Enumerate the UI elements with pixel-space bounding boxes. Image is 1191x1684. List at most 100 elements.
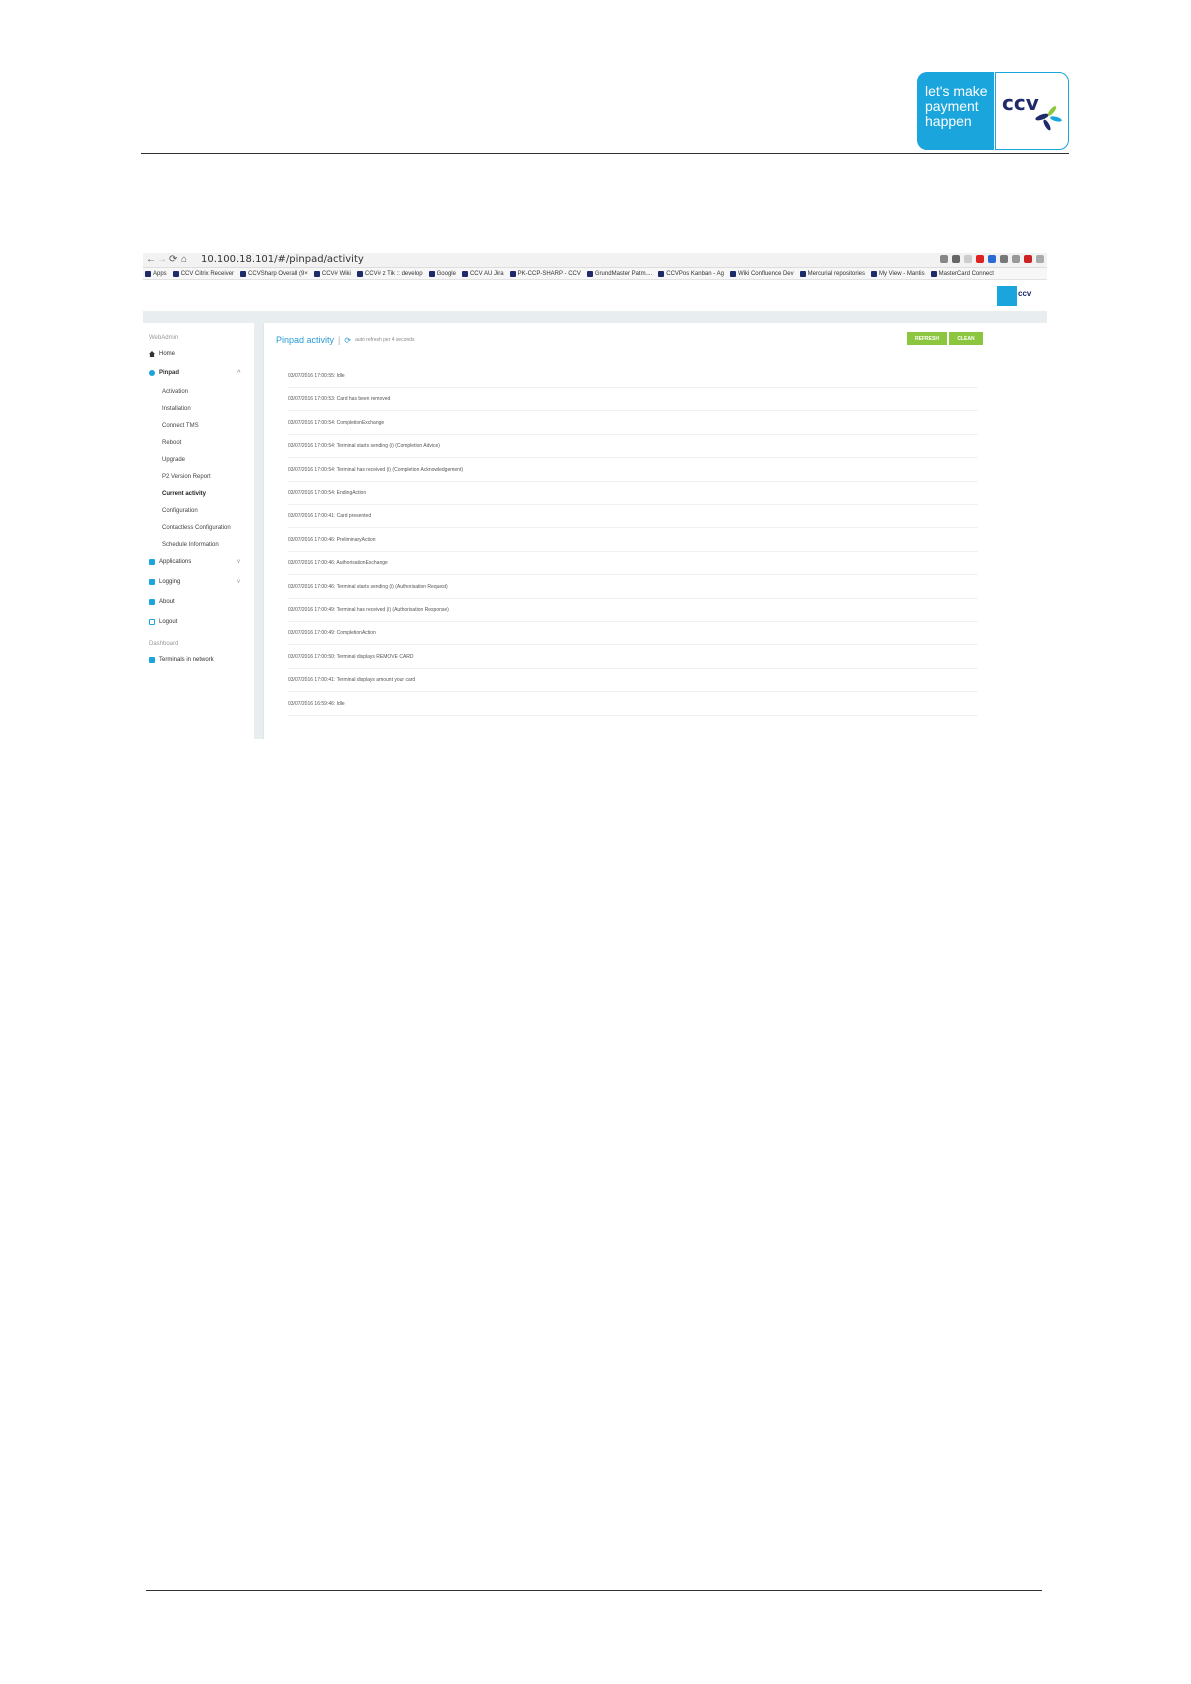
sidebar-item-logging[interactable]: Logging v (149, 579, 240, 585)
ccv-logo: let's make payment happen ccv (917, 72, 1069, 150)
sidebar-item-label: Pinpad (159, 370, 180, 376)
footer-divider (146, 1590, 1042, 1591)
sidebar-subitem[interactable]: Connect TMS (162, 423, 199, 429)
bookmark-label: CCV Citrix Receiver (180, 270, 235, 277)
bookmark-label: Wiki Confluence Dev (737, 270, 794, 277)
sidebar-gutter (254, 323, 263, 739)
bookmarks-bar: Apps CCV Citrix Receiver CCVSharp Overall … (143, 268, 1047, 280)
bookmark-item[interactable]: PK-CCP-SHARP - CCV (509, 270, 581, 277)
sidebar-subitem[interactable]: Schedule Information (162, 542, 219, 548)
page-title: Pinpad activity (276, 335, 335, 345)
applications-icon (149, 559, 155, 565)
bookmark-item[interactable]: CCV AU Jira (461, 270, 504, 277)
opera-icon[interactable] (976, 255, 984, 263)
app-header: ccv (143, 281, 1047, 311)
clean-button[interactable]: CLEAN (949, 332, 983, 345)
activity-row: 03/07/2016 17:00:54: Terminal starts sen… (288, 443, 978, 459)
sidebar-item-label: Terminals in network (159, 657, 214, 663)
sidebar-subitem[interactable]: Configuration (162, 508, 198, 514)
bookmark-item[interactable]: Google (428, 270, 456, 277)
bookmark-icon (313, 270, 320, 277)
bookmark-item[interactable]: My View - Mantis (871, 270, 925, 277)
bookmark-label: MasterCard Connect (938, 270, 994, 277)
sidebar-item-terminals[interactable]: Terminals in network (149, 657, 214, 663)
activity-row: 03/07/2016 17:00:41: Terminal displays a… (288, 677, 978, 693)
folder-icon[interactable] (988, 255, 996, 263)
home-icon (149, 351, 155, 357)
sidebar-subitem[interactable]: P2 Version Report (162, 474, 211, 480)
sidebar-item-applications[interactable]: Applications v (149, 559, 240, 565)
star-icon[interactable] (964, 255, 972, 263)
sidebar-subitem[interactable]: Current activity (162, 491, 206, 497)
sidebar-item-pinpad[interactable]: Pinpad ^ (149, 370, 241, 376)
sidebar-subitem[interactable]: Installation (162, 406, 191, 412)
chevron-down-icon: v (237, 579, 240, 585)
about-icon (149, 599, 155, 605)
activity-row: 03/07/2016 17:00:46: AuthorisationExchan… (288, 560, 978, 576)
sidebar-item-label: Home (159, 351, 176, 357)
bookmark-item[interactable]: CCVPos Kanban - Ag (658, 270, 724, 277)
bookmark-item[interactable]: MasterCard Connect (930, 270, 994, 277)
activity-row: 03/07/2016 16:59:46: Idle (288, 701, 978, 716)
bookmark-label: CCV AU Jira (469, 270, 504, 277)
bookmark-label: My View - Mantis (879, 270, 925, 277)
extension-icons (940, 255, 1044, 263)
chevron-down-icon: v (237, 559, 240, 565)
header-divider (141, 153, 1069, 154)
bookmark-label: Google (436, 270, 456, 277)
refresh-button[interactable]: REFRESH (907, 332, 947, 345)
profile-icon[interactable] (1036, 255, 1044, 263)
layers-icon[interactable] (1012, 255, 1020, 263)
app-header-band (143, 311, 1047, 323)
lock-icon (149, 619, 155, 625)
bookmark-item[interactable]: CCV# z Tik :: develop (356, 270, 423, 277)
activity-row: 03/07/2016 17:00:54: EndingAction (288, 490, 978, 505)
back-icon[interactable]: ← (146, 254, 156, 265)
block-icon[interactable] (1024, 255, 1032, 263)
bookmark-icon (145, 270, 151, 277)
bookmark-item[interactable]: CCV# Wiki (313, 270, 351, 277)
forward-icon[interactable]: → (157, 254, 167, 265)
bookmark-icon (799, 270, 806, 277)
sidebar-item-label: About (159, 599, 175, 605)
sidebar-subitem[interactable]: Activation (162, 389, 188, 395)
chevron-up-icon: ^ (237, 370, 241, 376)
bookmark-item[interactable]: GrundMaster Patm.... (586, 270, 653, 277)
sidebar-subitem[interactable]: Contactless Configuration (162, 525, 231, 531)
bookmark-item[interactable]: Wiki Confluence Dev (729, 270, 794, 277)
logo-line-1: let's make (925, 83, 988, 99)
sidebar-subitem[interactable]: Reboot (162, 440, 181, 446)
bookmark-label: CCVSharp Overall (9× (248, 270, 308, 277)
sidebar-section-webadmin: WebAdmin (149, 335, 179, 341)
bookmark-label: GrundMaster Patm.... (594, 270, 653, 277)
bookmark-icon (871, 270, 877, 277)
logging-icon (149, 579, 155, 585)
activity-row: 03/07/2016 17:00:49: CompletionAction (288, 630, 978, 646)
bookmark-item[interactable]: CCVSharp Overall (9× (240, 270, 308, 277)
app-logo: ccv (997, 286, 1037, 306)
reload-icon[interactable]: ⟳ (169, 254, 177, 265)
browser-toolbar: ← → ⟳ ⌂ 10.100.18.101/#/pinpad/activity (143, 253, 1047, 268)
bookmark-icon (428, 270, 435, 277)
bookmark-icon (509, 270, 516, 277)
sidebar-section-dashboard: Dashboard (149, 641, 179, 647)
zoom-icon[interactable] (940, 255, 948, 263)
address-bar[interactable]: 10.100.18.101/#/pinpad/activity (201, 254, 364, 265)
sidebar-item-about[interactable]: About (149, 599, 175, 605)
sidebar-item-home[interactable]: Home (149, 351, 175, 357)
bookmark-item[interactable]: Apps (145, 270, 167, 277)
bookmark-icon (586, 270, 593, 277)
sidebar-subitem[interactable]: Upgrade (162, 457, 185, 463)
home-icon[interactable]: ⌂ (181, 254, 187, 265)
filter-icon[interactable] (952, 255, 960, 263)
app-logo-slogan-box (997, 286, 1017, 306)
separator: | (338, 335, 341, 345)
bookmark-label: CCV# z Tik :: develop (364, 270, 423, 277)
extension-icon[interactable] (1000, 255, 1008, 263)
main-panel: Pinpad activity | ⟳ auto refresh per 4 s… (263, 323, 1047, 739)
bookmark-item[interactable]: Mercurial repositories (799, 270, 865, 277)
bookmark-item[interactable]: CCV Citrix Receiver (172, 270, 235, 277)
sidebar-item-logout[interactable]: Logout (149, 619, 177, 625)
activity-row: 03/07/2016 17:00:49: Terminal has receiv… (288, 607, 978, 622)
logo-brand-box: ccv (995, 72, 1069, 150)
